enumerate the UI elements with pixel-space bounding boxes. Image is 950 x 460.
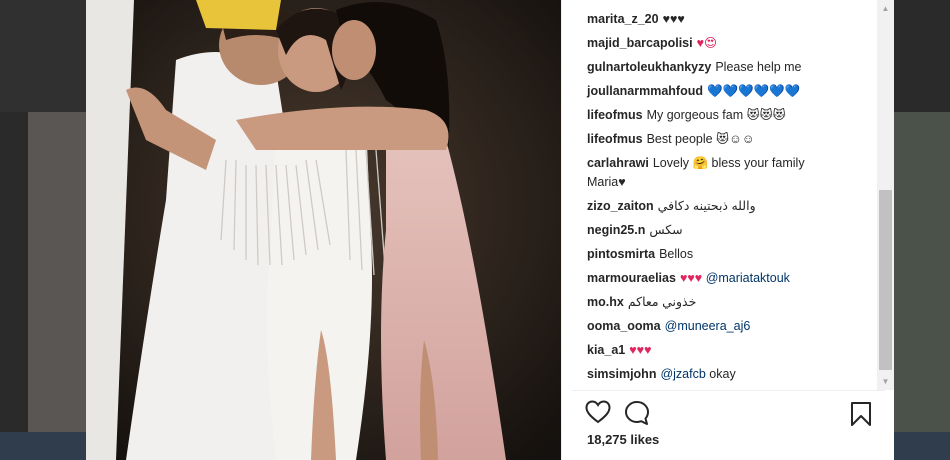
comment-text: والله ذبحتينه دكافي xyxy=(657,199,756,213)
comment-username[interactable]: simsimjohn xyxy=(587,367,656,381)
comment-username[interactable]: kia_a1 xyxy=(587,343,625,357)
comment-item: ooma_ooma @muneera_aj6 xyxy=(587,317,872,336)
comment-item: joullanarmmahfoud 💙💙💙💙💙💙 xyxy=(587,82,872,101)
comment-username[interactable]: lifeofmus xyxy=(587,108,643,122)
comment-username[interactable]: pintosmirta xyxy=(587,247,655,261)
comment-username[interactable]: joullanarmmahfoud xyxy=(587,84,703,98)
comments-scrollbar[interactable]: ▲ ▼ xyxy=(877,0,894,390)
comment-username[interactable]: carlahrawi xyxy=(587,156,649,170)
comment-item: marita_z_20 ♥♥♥ xyxy=(587,10,872,29)
comment-text: سکس xyxy=(649,223,683,237)
background-post-right xyxy=(894,112,950,432)
comment-text: Please help me xyxy=(715,60,802,74)
comment-text: My gorgeous fam 😻😻😻 xyxy=(646,108,786,122)
background-post-edge xyxy=(0,0,86,112)
comment-text: 💙💙💙💙💙💙 xyxy=(706,84,801,98)
comment-username[interactable]: marmouraelias xyxy=(587,271,676,285)
comment-item: lifeofmus Best people 😻☺☺ xyxy=(587,130,872,149)
comment-item: gulnartoleukhankyzy Please help me xyxy=(587,58,872,77)
comment-item: lifeofmus My gorgeous fam 😻😻😻 xyxy=(587,106,872,125)
comment-text: خذوني معاكم xyxy=(627,295,697,309)
comment-item: negin25.n سکس xyxy=(587,221,872,240)
comment-text: Lovely 🤗 bless your family xyxy=(652,156,805,170)
comment-username[interactable]: mo.hx xyxy=(587,295,624,309)
comment-username[interactable]: gulnartoleukhankyzy xyxy=(587,60,711,74)
comment-item: marmouraelias ♥♥♥ @mariataktouk xyxy=(587,269,872,288)
comment-username[interactable]: negin25.n xyxy=(587,223,645,237)
comment-text: Bellos xyxy=(659,247,694,261)
scroll-up-arrow-icon[interactable]: ▲ xyxy=(877,0,894,17)
comment-list[interactable]: marita_z_20 ♥♥♥ majid_barcapolisi ♥😍 gulna… xyxy=(562,0,895,390)
like-count[interactable]: 18,275 likes xyxy=(587,432,659,447)
comment-item: zizo_zaiton والله ذبحتينه دكافي xyxy=(587,197,872,216)
actions-divider xyxy=(572,390,885,391)
heart-outline-icon[interactable] xyxy=(585,400,611,429)
comment-text: Best people 😻☺☺ xyxy=(646,132,755,146)
comment-item: kia_a1 ♥♥♥ xyxy=(587,341,872,360)
comment-text: okay xyxy=(709,367,736,381)
comment-username[interactable]: zizo_zaiton xyxy=(587,199,654,213)
post-photo xyxy=(86,0,561,460)
comment-mention-link[interactable]: @mariataktouk xyxy=(706,271,790,285)
comment-item: pintosmirta Bellos xyxy=(587,245,872,264)
comment-text: ♥♥♥ xyxy=(679,271,703,285)
comment-username[interactable]: lifeofmus xyxy=(587,132,643,146)
comment-text: ♥😍 xyxy=(696,36,718,50)
comments-panel: marita_z_20 ♥♥♥ majid_barcapolisi ♥😍 gulna… xyxy=(561,0,894,460)
scrollbar-thumb[interactable] xyxy=(879,190,892,370)
comment-text: ♥♥♥ xyxy=(662,12,685,26)
comment-mention-link[interactable]: @muneera_aj6 xyxy=(665,319,751,333)
comment-username[interactable]: marita_z_20 xyxy=(587,12,659,26)
scroll-down-arrow-icon[interactable]: ▼ xyxy=(877,373,894,390)
comment-item: carlahrawi Lovely 🤗 bless your family Mari… xyxy=(587,154,872,192)
comment-text: ♥♥♥ xyxy=(629,343,652,357)
comment-item: mo.hx خذوني معاكم xyxy=(587,293,872,312)
comment-item: majid_barcapolisi ♥😍 xyxy=(587,34,872,53)
comment-item: simsimjohn @jzafcb okay xyxy=(587,365,872,384)
comment-mention-link[interactable]: @jzafcb xyxy=(660,367,705,381)
background-post-left xyxy=(28,112,86,432)
comment-username[interactable]: ooma_ooma xyxy=(587,319,661,333)
comment-text-continued: Maria♥ xyxy=(587,175,626,189)
comment-username[interactable]: majid_barcapolisi xyxy=(587,36,693,50)
speech-bubble-icon[interactable] xyxy=(624,400,650,431)
bookmark-icon[interactable] xyxy=(850,401,872,432)
post-modal: marita_z_20 ♥♥♥ majid_barcapolisi ♥😍 gulna… xyxy=(86,0,894,460)
